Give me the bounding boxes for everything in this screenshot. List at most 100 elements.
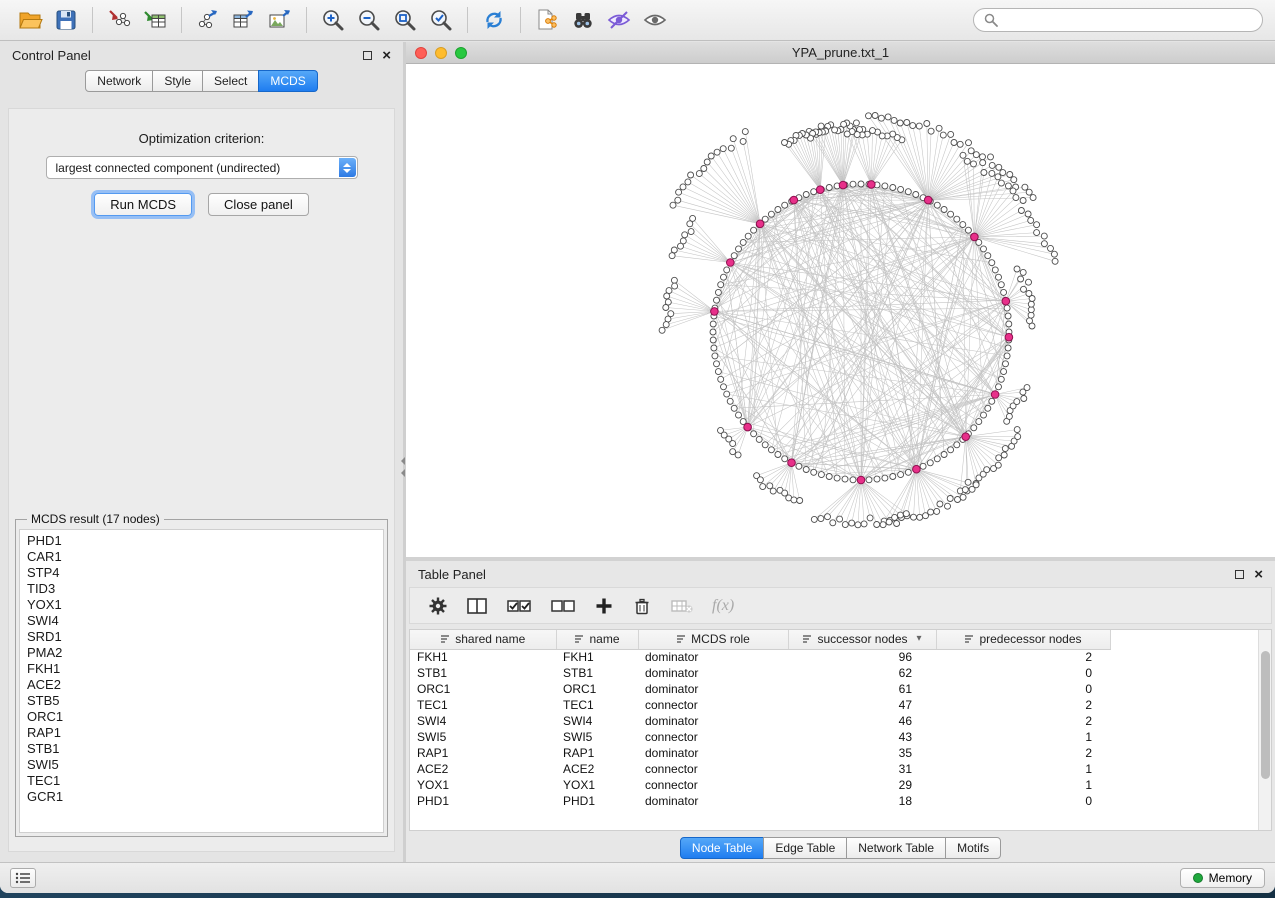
network-node[interactable] — [826, 185, 832, 191]
table-cell[interactable]: connector — [638, 761, 788, 777]
network-node[interactable] — [954, 442, 960, 448]
network-node[interactable] — [714, 149, 720, 155]
network-hub-node[interactable] — [790, 196, 798, 204]
save-button[interactable] — [48, 4, 84, 36]
network-node[interactable] — [973, 482, 979, 488]
network-node[interactable] — [903, 511, 909, 517]
network-node[interactable] — [1041, 233, 1047, 239]
table-cell[interactable]: PHD1 — [556, 793, 638, 809]
table-cell[interactable]: 18 — [788, 793, 936, 809]
network-node[interactable] — [945, 503, 951, 509]
network-node[interactable] — [898, 472, 904, 478]
network-node[interactable] — [948, 131, 954, 137]
table-cell[interactable]: ORC1 — [410, 681, 556, 697]
network-hub-node[interactable] — [711, 308, 719, 316]
table-cell[interactable]: ORC1 — [556, 681, 638, 697]
network-node[interactable] — [1021, 396, 1027, 402]
network-node[interactable] — [934, 508, 940, 514]
network-node[interactable] — [736, 246, 742, 252]
network-node[interactable] — [842, 522, 848, 528]
network-node[interactable] — [682, 232, 688, 238]
table-cell[interactable]: ACE2 — [410, 761, 556, 777]
network-node[interactable] — [685, 179, 691, 185]
network-node[interactable] — [964, 158, 970, 164]
network-node[interactable] — [927, 460, 933, 466]
network-node[interactable] — [989, 162, 995, 168]
network-node[interactable] — [948, 211, 954, 217]
network-node[interactable] — [671, 277, 677, 283]
network-node[interactable] — [711, 345, 717, 351]
network-node[interactable] — [1052, 258, 1058, 264]
export-table-button[interactable] — [226, 4, 262, 36]
network-node[interactable] — [897, 512, 903, 518]
network-node[interactable] — [1014, 427, 1020, 433]
network-node[interactable] — [1011, 177, 1017, 183]
network-node[interactable] — [727, 398, 733, 404]
network-node[interactable] — [818, 123, 824, 129]
table-cell[interactable]: 1 — [936, 729, 1110, 745]
network-node[interactable] — [996, 274, 1002, 280]
network-node[interactable] — [984, 467, 990, 473]
network-node[interactable] — [924, 121, 930, 127]
network-node[interactable] — [724, 391, 730, 397]
table-cell[interactable]: 1 — [936, 761, 1110, 777]
float-panel-icon[interactable] — [1235, 570, 1244, 579]
table-cell[interactable]: 43 — [788, 729, 936, 745]
mcds-result-item[interactable]: ACE2 — [27, 677, 376, 693]
network-node[interactable] — [1001, 452, 1007, 458]
table-cell[interactable]: YOX1 — [410, 777, 556, 793]
network-node[interactable] — [866, 477, 872, 483]
network-node[interactable] — [934, 456, 940, 462]
mcds-result-item[interactable]: TEC1 — [27, 773, 376, 789]
refresh-button[interactable] — [476, 4, 512, 36]
network-node[interactable] — [973, 152, 979, 158]
network-node[interactable] — [960, 222, 966, 228]
network-node[interactable] — [760, 484, 766, 490]
network-hub-node[interactable] — [971, 233, 979, 241]
table-cell[interactable]: 62 — [788, 665, 936, 681]
table-row[interactable]: SWI4SWI4dominator462 — [410, 713, 1110, 729]
network-node[interactable] — [811, 516, 817, 522]
network-node[interactable] — [730, 441, 736, 447]
network-node[interactable] — [892, 514, 898, 520]
network-node[interactable] — [995, 174, 1001, 180]
mcds-result-item[interactable]: STB5 — [27, 693, 376, 709]
table-row[interactable]: TEC1TEC1connector472 — [410, 697, 1110, 713]
network-node[interactable] — [1027, 318, 1033, 324]
column-header-successor-nodes[interactable]: successor nodes▾ — [788, 630, 936, 649]
network-node[interactable] — [861, 521, 867, 527]
network-node[interactable] — [714, 361, 720, 367]
network-node[interactable] — [905, 469, 911, 475]
run-mcds-button[interactable]: Run MCDS — [94, 193, 192, 216]
table-cell[interactable]: 0 — [936, 665, 1110, 681]
network-node[interactable] — [803, 467, 809, 473]
tab-style[interactable]: Style — [152, 70, 203, 92]
network-node[interactable] — [998, 282, 1004, 288]
network-node[interactable] — [1006, 321, 1012, 327]
tab-motifs[interactable]: Motifs — [945, 837, 1001, 859]
network-hub-node[interactable] — [962, 433, 970, 441]
tab-network-table[interactable]: Network Table — [846, 837, 946, 859]
select-all-columns-button[interactable] — [506, 596, 532, 616]
network-node[interactable] — [1004, 353, 1010, 359]
network-hub-node[interactable] — [1005, 333, 1013, 341]
network-node[interactable] — [917, 514, 923, 520]
network-node[interactable] — [971, 425, 977, 431]
network-node[interactable] — [872, 113, 878, 119]
network-node[interactable] — [826, 474, 832, 480]
network-node[interactable] — [954, 216, 960, 222]
network-node[interactable] — [855, 522, 861, 528]
network-node[interactable] — [998, 376, 1004, 382]
network-node[interactable] — [825, 514, 831, 520]
network-node[interactable] — [730, 449, 736, 455]
network-node[interactable] — [1051, 251, 1057, 257]
table-row[interactable]: SWI5SWI5connector431 — [410, 729, 1110, 745]
network-node[interactable] — [960, 494, 966, 500]
table-cell[interactable]: 61 — [788, 681, 936, 697]
network-node[interactable] — [844, 131, 850, 137]
network-hub-node[interactable] — [1002, 297, 1010, 305]
network-node[interactable] — [880, 522, 886, 528]
network-node[interactable] — [1030, 195, 1036, 201]
network-node[interactable] — [981, 246, 987, 252]
network-node[interactable] — [756, 436, 762, 442]
